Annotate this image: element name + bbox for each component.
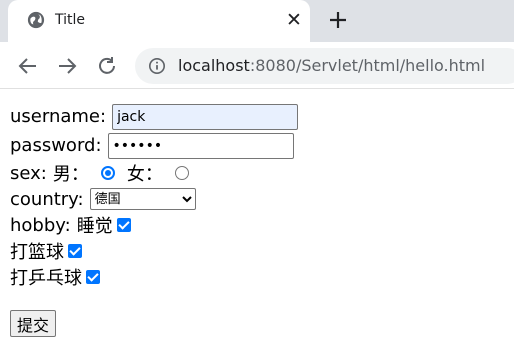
hobby-row: hobby: 睡觉 [10,212,514,238]
url-host: localhost [178,56,250,75]
hobby-sleep-label: 睡觉 [76,216,113,237]
tab-title: Title [55,12,86,28]
country-label: country: [10,188,84,210]
hobby-pingpong-label: 打乒乓球 [10,268,82,289]
country-select[interactable]: 德国 [89,188,196,210]
username-row: username: [10,102,514,131]
sex-label: sex: [10,162,47,184]
globe-icon [27,11,45,29]
reload-icon[interactable] [95,54,119,78]
password-input[interactable] [107,132,294,159]
plus-icon[interactable] [326,8,350,32]
sex-row: sex: 男： 女： [10,160,514,186]
hobby-label: hobby: [10,214,71,236]
tab-strip: Title ✕ [0,0,514,42]
username-label: username: [10,106,107,127]
info-icon[interactable] [148,57,166,75]
sex-female-radio[interactable] [174,166,189,180]
hobby-basketball-label: 打篮球 [10,242,64,263]
hobby-basketball-row: 打篮球 [10,238,514,264]
address-bar[interactable]: localhost:8080/Servlet/html/hello.html [135,48,514,84]
country-row: country: 德国 [10,186,514,212]
hobby-basketball-checkbox[interactable] [68,244,82,258]
browser-toolbar: localhost:8080/Servlet/html/hello.html [0,42,514,89]
sex-female-label: 女： [126,164,163,185]
password-label: password: [10,135,102,156]
submit-button[interactable]: 提交 [10,310,57,337]
url-path: :8080/Servlet/html/hello.html [249,56,486,75]
hobby-sleep-checkbox[interactable] [116,218,131,232]
url-text: localhost:8080/Servlet/html/hello.html [178,56,485,75]
hobby-pingpong-checkbox[interactable] [86,270,100,284]
close-icon[interactable]: ✕ [284,10,304,30]
username-input[interactable] [112,103,299,130]
browser-tab[interactable]: Title ✕ [8,0,310,42]
sex-male-radio[interactable] [100,166,115,180]
forward-arrow-icon[interactable] [55,54,79,78]
back-arrow-icon[interactable] [16,54,40,78]
password-row: password: [10,131,514,160]
page-content: username: password: sex: 男： 女： country: … [0,90,514,363]
hobby-pingpong-row: 打乒乓球 [10,264,514,290]
sex-male-label: 男： [52,164,89,185]
